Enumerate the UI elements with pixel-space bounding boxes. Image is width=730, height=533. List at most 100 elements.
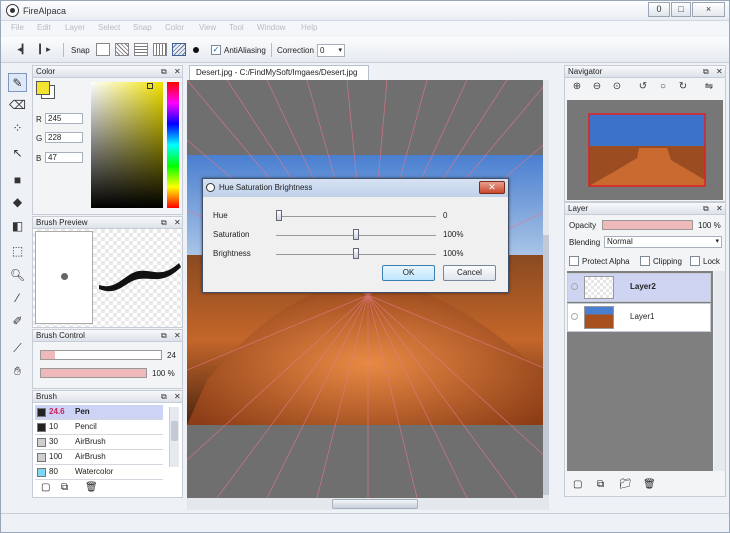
close-icon[interactable]: ✕	[174, 217, 181, 228]
dot-tool-icon[interactable]: ⁘	[8, 119, 27, 138]
layer-row-layer2[interactable]: Layer2	[567, 273, 711, 302]
snap-grid-icon[interactable]	[134, 43, 148, 56]
menu-snap[interactable]: Snap	[133, 23, 152, 32]
reset-rotation-icon[interactable]: ○	[655, 79, 671, 95]
lock-checkbox[interactable]	[690, 256, 700, 266]
zoom-fit-icon[interactable]: ⊙	[609, 79, 625, 95]
zoom-tool-icon[interactable]: 🔍︎	[8, 266, 27, 285]
fill-rect-tool-icon[interactable]: ■	[8, 171, 27, 190]
eyedropper-tool-icon[interactable]: ⟋	[8, 339, 27, 358]
menu-select[interactable]: Select	[98, 23, 120, 32]
zoom-out-icon[interactable]: ⊖	[589, 79, 605, 95]
hue-slider[interactable]	[167, 82, 179, 208]
close-icon[interactable]: ✕	[174, 391, 181, 402]
maximize-button[interactable]: □	[671, 2, 691, 17]
r-field[interactable]: 245	[45, 113, 83, 124]
dialog-close-button[interactable]: ✕	[479, 181, 505, 194]
close-icon[interactable]: ✕	[716, 66, 723, 77]
brush-item[interactable]: 24.6 Pen	[35, 405, 163, 420]
menu-edit[interactable]: Edit	[37, 23, 51, 32]
correction-select[interactable]: 0 ▾	[317, 44, 345, 57]
move-tool-icon[interactable]: ↖	[8, 144, 27, 163]
undock-icon[interactable]: ⧉	[161, 391, 167, 402]
menu-view[interactable]: View	[199, 23, 216, 32]
close-icon[interactable]: ✕	[174, 66, 181, 77]
new-layer-icon[interactable]: ▢	[573, 479, 582, 490]
collapse-right-icon[interactable]: ▎▸	[37, 42, 53, 57]
brush-item[interactable]: 100 AirBrush	[35, 450, 163, 465]
close-button[interactable]: ×	[692, 2, 725, 17]
primary-color-swatch[interactable]	[36, 81, 50, 95]
antialiasing-checkbox[interactable]: ✓	[211, 45, 221, 55]
undock-icon[interactable]: ⧉	[161, 66, 167, 77]
layer-opacity-slider[interactable]	[602, 220, 693, 230]
brush-item[interactable]: 80 Watercolor	[35, 465, 163, 480]
eye-icon[interactable]	[571, 313, 578, 320]
magic-wand-tool-icon[interactable]: ⁄	[8, 289, 27, 308]
eye-icon[interactable]	[571, 283, 578, 290]
horizontal-scrollbar[interactable]	[187, 498, 549, 510]
menu-file[interactable]: File	[11, 23, 24, 32]
new-folder-icon[interactable]: 📁︎	[619, 479, 632, 490]
collapse-left-icon[interactable]: ◂▎	[15, 42, 31, 57]
undock-icon[interactable]: ⧉	[161, 217, 167, 228]
saturation-value-picker[interactable]	[91, 82, 163, 208]
close-icon[interactable]: ✕	[174, 330, 181, 341]
duplicate-layer-icon[interactable]: ⧉	[597, 479, 604, 490]
snap-off-icon[interactable]	[96, 43, 110, 56]
scrollbar-thumb[interactable]	[543, 235, 549, 495]
cancel-button[interactable]: Cancel	[443, 265, 496, 281]
close-icon[interactable]: ✕	[716, 203, 723, 214]
brush-size-slider[interactable]	[40, 350, 162, 360]
ok-button[interactable]: OK	[382, 265, 435, 281]
delete-layer-icon[interactable]: 🗑︎	[643, 479, 656, 490]
rotate-left-icon[interactable]: ↺	[635, 79, 651, 95]
eraser-tool-icon[interactable]: ⌫	[8, 96, 27, 115]
protect-alpha-checkbox[interactable]	[569, 256, 579, 266]
menu-help[interactable]: Help	[301, 23, 317, 32]
canvas-vertical-scrollbar[interactable]	[543, 80, 549, 498]
menu-tool[interactable]: Tool	[229, 23, 244, 32]
saturation-slider-thumb[interactable]	[353, 229, 359, 240]
brush-item[interactable]: 10 Pencil	[35, 420, 163, 435]
zoom-in-icon[interactable]: ⊕	[569, 79, 585, 95]
rotate-right-icon[interactable]: ↻	[675, 79, 691, 95]
snap-parallel-icon[interactable]	[115, 43, 129, 56]
duplicate-brush-icon[interactable]: ⧉	[61, 482, 68, 493]
toolbar-separator	[63, 43, 64, 57]
hue-slider-thumb[interactable]	[276, 210, 282, 221]
document-tab[interactable]: Desert.jpg - C:/FindMySoft/Imgaes/Desert…	[189, 65, 369, 80]
menu-window[interactable]: Window	[257, 23, 285, 32]
snap-radial-icon[interactable]	[153, 43, 167, 56]
scrollbar-thumb[interactable]	[171, 421, 178, 441]
undock-icon[interactable]: ⧉	[161, 330, 167, 341]
delete-brush-icon[interactable]: 🗑︎	[85, 482, 98, 493]
clipping-checkbox[interactable]	[640, 256, 650, 266]
brightness-slider-thumb[interactable]	[353, 248, 359, 259]
layer-list-scrollbar[interactable]	[714, 271, 725, 471]
layer-row-layer1[interactable]: Layer1	[567, 303, 711, 332]
blending-select[interactable]: Normal ▾	[604, 236, 722, 248]
new-brush-icon[interactable]: ▢	[41, 482, 50, 493]
gradient-tool-icon[interactable]: ◧	[8, 217, 27, 236]
brush-item[interactable]: 30 AirBrush	[35, 435, 163, 450]
bucket-tool-icon[interactable]: ◆	[8, 193, 27, 212]
select-tool-icon[interactable]: ⬚	[8, 242, 27, 261]
snap-perspective-icon[interactable]	[172, 43, 186, 56]
select-pen-tool-icon[interactable]: ✐	[8, 312, 27, 331]
brush-opacity-slider[interactable]	[40, 368, 147, 378]
flip-icon[interactable]: ⇋	[701, 79, 717, 95]
undock-icon[interactable]: ⧉	[703, 203, 709, 214]
minimize-button[interactable]: 0	[648, 2, 670, 17]
brush-list-scrollbar[interactable]	[169, 407, 179, 467]
undock-icon[interactable]: ⧉	[703, 66, 709, 77]
menu-color[interactable]: Color	[165, 23, 184, 32]
g-field[interactable]: 228	[45, 132, 83, 143]
b-field[interactable]: 47	[45, 152, 83, 163]
pen-tool-icon[interactable]: ✎	[8, 73, 27, 92]
hand-tool-icon[interactable]: ✋︎	[8, 362, 27, 381]
hue-slider[interactable]	[276, 216, 436, 217]
menu-layer[interactable]: Layer	[65, 23, 85, 32]
scrollbar-thumb[interactable]	[332, 499, 418, 509]
opacity-label: Opacity	[569, 221, 597, 230]
